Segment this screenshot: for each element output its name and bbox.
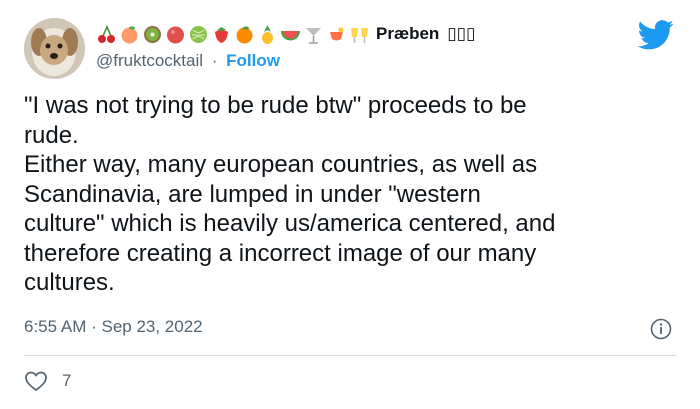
like-count: 7: [62, 371, 72, 390]
user-handle[interactable]: @fruktcocktail: [96, 51, 203, 70]
kiwi-icon: [144, 25, 161, 43]
twitter-bird-icon[interactable]: [638, 20, 674, 50]
name-row[interactable]: Præben ▯▯▯: [96, 21, 475, 47]
peach-icon: [121, 25, 138, 43]
strawberry-icon: [215, 26, 228, 43]
display-name[interactable]: Præben: [376, 24, 439, 44]
pineapple-icon: [262, 24, 273, 44]
heart-icon: [25, 371, 47, 392]
divider: [24, 355, 676, 356]
cherries-icon: [98, 24, 115, 43]
name-suffix-glyphs: ▯▯▯: [447, 24, 476, 43]
like-button[interactable]: 7: [24, 370, 71, 392]
tropical-drink-icon: [330, 27, 344, 40]
info-icon[interactable]: [650, 318, 672, 340]
handle-separator: ·: [211, 51, 218, 70]
plum-icon: [167, 26, 184, 43]
tweet-text: "I was not trying to be rude btw" procee…: [24, 92, 556, 296]
tangerine-icon: [236, 26, 253, 43]
cocktail-glass-icon: [306, 27, 321, 44]
watermelon-icon: [281, 30, 300, 40]
clinking-glasses-icon: [351, 27, 368, 43]
tweet-timestamp[interactable]: 6:55 AM · Sep 23, 2022: [24, 317, 203, 337]
handle-row: @fruktcocktail · Follow: [96, 51, 280, 71]
tweet-card: Præben ▯▯▯ @fruktcocktail · Follow "I wa…: [0, 0, 700, 409]
name-emoji-strip: [96, 24, 370, 45]
avatar[interactable]: [24, 18, 85, 79]
melon-icon: [190, 25, 207, 43]
follow-link[interactable]: Follow: [226, 51, 280, 70]
